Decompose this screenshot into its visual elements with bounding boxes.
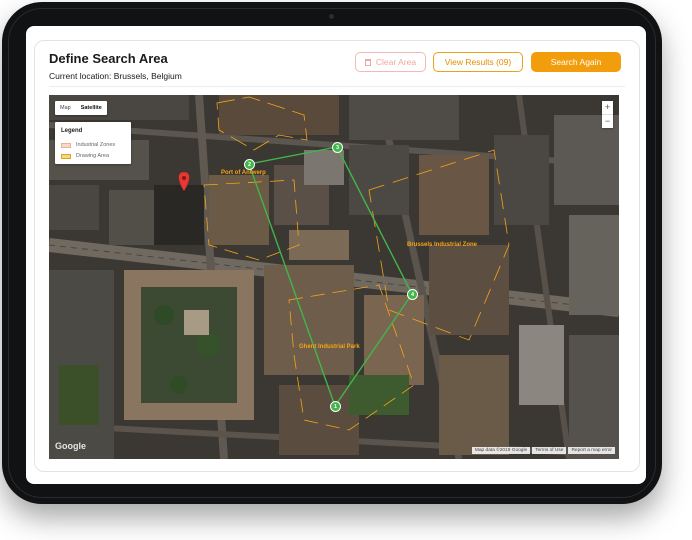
zone-label-ghent-industrial-park[interactable]: Ghent Industrial Park [299, 344, 360, 350]
zoom-out-button[interactable]: − [602, 114, 613, 128]
polygon-vertex-4[interactable]: 4 [407, 289, 418, 300]
clear-area-button[interactable]: Clear Area [355, 52, 426, 72]
screen: Define Search Area Current location: Bru… [26, 26, 646, 484]
report-map-error-link[interactable]: Report a map error [568, 447, 615, 454]
zone-label-brussels-industrial-zone[interactable]: Brussels Industrial Zone [407, 242, 477, 248]
polygon-vertex-3[interactable]: 3 [332, 142, 343, 153]
view-results-button[interactable]: View Results (09) [433, 52, 523, 72]
location-value: Brussels, Belgium [113, 71, 182, 81]
camera-dot [329, 14, 334, 19]
tablet-frame: Define Search Area Current location: Bru… [2, 2, 662, 504]
zone-label-port-of-antwerp[interactable]: Port of Antwerp [221, 170, 266, 176]
map-data-attribution: Map data ©2019 Google [471, 447, 531, 454]
map-legend: Legend Industrial Zones Drawing Area [55, 122, 131, 164]
legend-label-industrial-zones: Industrial Zones [76, 142, 116, 148]
industrial-zone-swatch [61, 142, 71, 148]
legend-title: Legend [61, 128, 83, 134]
current-location: Current location: Brussels, Belgium [49, 71, 182, 81]
satellite-map[interactable]: Port of Antwerp Brussels Industrial Zone… [49, 95, 619, 459]
map-attribution: Map data ©2019 Google Terms of Use Repor… [471, 447, 615, 454]
zoom-in-button[interactable]: + [602, 101, 613, 114]
terms-of-use-link[interactable]: Terms of Use [532, 447, 567, 454]
legend-item-industrial-zones: Industrial Zones [61, 142, 115, 148]
legend-item-drawing-area: Drawing Area [61, 153, 109, 159]
polygon-vertex-1[interactable]: 1 [330, 401, 341, 412]
polygon-vertex-2[interactable]: 2 [244, 159, 255, 170]
location-label: Current location: [49, 71, 112, 81]
clear-area-label: Clear Area [375, 57, 417, 67]
page-title: Define Search Area [49, 51, 168, 66]
drawing-area-swatch [61, 153, 71, 159]
search-area-card: Define Search Area Current location: Bru… [34, 40, 640, 472]
legend-label-drawing-area: Drawing Area [76, 153, 110, 159]
map-type-satellite[interactable]: Satellite [76, 101, 107, 115]
map-type-map[interactable]: Map [55, 101, 76, 115]
trash-icon [364, 58, 371, 66]
search-again-button[interactable]: Search Again [531, 52, 621, 72]
zoom-control: + − [602, 101, 613, 128]
google-logo: Google [55, 441, 86, 451]
map-type-control: Map Satellite [55, 101, 107, 115]
header-divider [49, 86, 625, 87]
